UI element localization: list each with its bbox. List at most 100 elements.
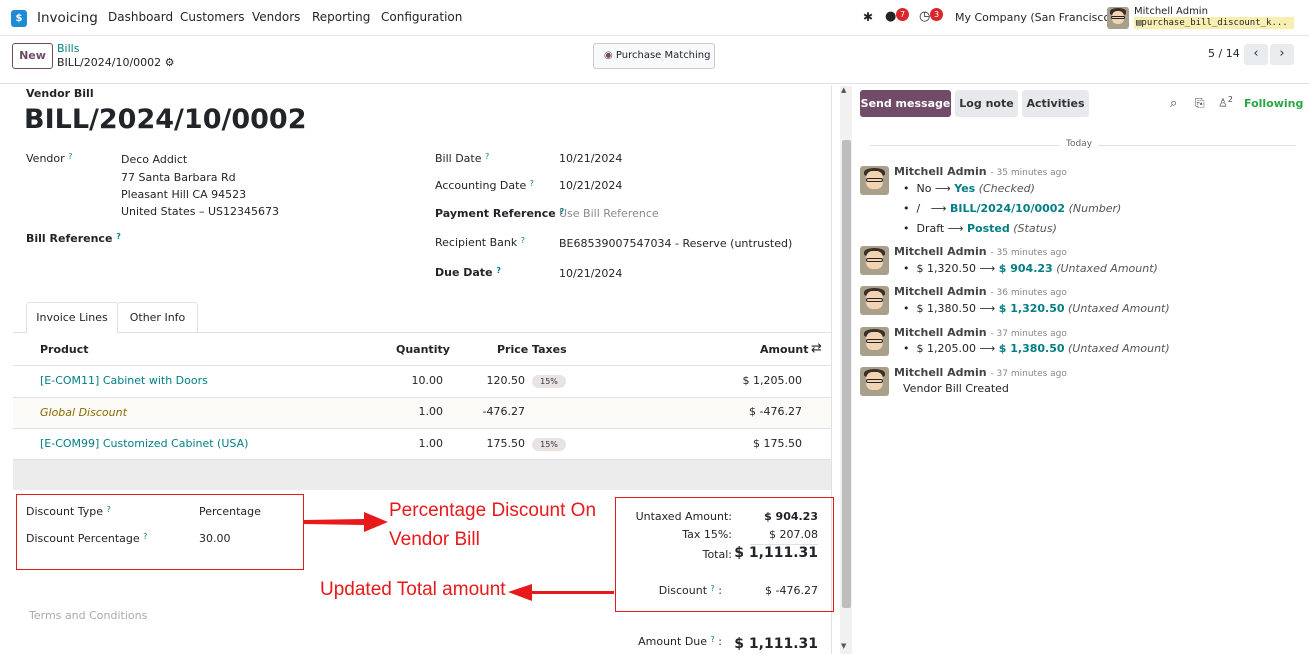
help-icon[interactable]: ? <box>496 266 501 275</box>
row-divider <box>13 365 831 366</box>
vendor-label: Vendor ? <box>26 152 73 165</box>
line-amount: $ -476.27 <box>749 405 802 418</box>
bug-icon[interactable]: ✱ <box>863 10 873 24</box>
message-author-avatar[interactable] <box>860 166 889 195</box>
help-icon[interactable]: ? <box>68 152 72 161</box>
scrollbar-thumb[interactable] <box>842 140 851 608</box>
menu-customers[interactable]: Customers <box>180 10 245 24</box>
line-quantity[interactable]: 1.00 <box>386 405 444 418</box>
menu-vendors[interactable]: Vendors <box>252 10 300 24</box>
database-name: ▤purchase_bill_discount_k... <box>1134 17 1294 29</box>
due-date-field[interactable]: 10/21/2024 <box>559 267 622 280</box>
help-icon[interactable]: ? <box>116 232 121 241</box>
line-product[interactable]: Global Discount <box>40 406 127 419</box>
breadcrumb-current: BILL/2024/10/0002 ⚙ <box>57 56 175 69</box>
menu-reporting[interactable]: Reporting <box>312 10 370 24</box>
annotation-text: Vendor Bill <box>389 529 480 550</box>
vendor-address-line: Pleasant Hill CA 94523 <box>121 188 247 201</box>
message-author-avatar[interactable] <box>860 367 889 396</box>
pager-next-button[interactable]: › <box>1270 44 1294 65</box>
help-icon[interactable]: ? <box>530 179 534 188</box>
bill-date-label: Bill Date ? <box>435 152 490 165</box>
arrow-right-icon: ⟶ <box>979 302 996 315</box>
column-settings-icon[interactable]: ⇄ <box>811 341 822 356</box>
help-icon[interactable]: ? <box>485 152 489 161</box>
discount-percentage-field[interactable]: 30.00 <box>199 532 231 545</box>
tax-value: $ 207.08 <box>769 528 818 541</box>
vendor-address-line: 77 Santa Barbara Rd <box>121 171 236 184</box>
followers-button[interactable]: ♙2 <box>1218 95 1233 110</box>
clock-icon[interactable]: ◷ <box>919 9 930 24</box>
paperclip-icon[interactable]: ⎘ <box>1195 96 1205 111</box>
amount-due-value: $ 1,111.31 <box>734 636 818 652</box>
recipient-bank-label: Recipient Bank ? <box>435 236 525 249</box>
accounting-date-field[interactable]: 10/21/2024 <box>559 179 622 192</box>
line-price[interactable]: 120.50 <box>470 374 526 387</box>
company-switcher[interactable]: My Company (San Francisco) <box>955 11 1114 24</box>
message-author-avatar[interactable] <box>860 327 889 356</box>
column-header-taxes[interactable]: Taxes <box>532 343 567 356</box>
activities-button[interactable]: Activities <box>1022 90 1089 117</box>
recipient-bank-link[interactable]: BE68539007547034 - Reserve (untrusted) <box>559 237 792 250</box>
bill-number: BILL/2024/10/0002 <box>24 104 307 135</box>
log-note-button[interactable]: Log note <box>955 90 1018 117</box>
message-author-avatar[interactable] <box>860 286 889 315</box>
help-icon[interactable]: ? <box>143 532 147 541</box>
tab-other-info[interactable]: Other Info <box>117 302 198 333</box>
send-message-button[interactable]: Send message <box>860 90 951 117</box>
column-header-product[interactable]: Product <box>40 343 89 356</box>
vendor-name[interactable]: Deco Addict <box>121 153 187 166</box>
arrow-right-icon: ⟶ <box>947 222 964 235</box>
payment-reference-input[interactable]: Use Bill Reference <box>559 207 659 220</box>
untaxed-amount-label: Untaxed Amount: <box>635 510 732 523</box>
bill-date-field[interactable]: 10/21/2024 <box>559 152 622 165</box>
line-quantity[interactable]: 10.00 <box>386 374 444 387</box>
menu-dashboard[interactable]: Dashboard <box>108 10 173 24</box>
terms-and-conditions-input[interactable]: Terms and Conditions <box>29 609 147 622</box>
line-price[interactable]: -476.27 <box>470 405 525 418</box>
row-divider <box>13 428 831 429</box>
discount-total-label: Discount ? : <box>658 584 722 597</box>
message-author-avatar[interactable] <box>860 246 889 275</box>
app-name[interactable]: Invoicing <box>37 10 98 26</box>
invoicing-app-icon[interactable]: $ <box>11 10 27 27</box>
tracking-change: • Draft ⟶ Posted (Status) <box>903 222 1057 235</box>
line-quantity[interactable]: 1.00 <box>386 437 444 450</box>
tax-badge[interactable]: 15% <box>532 375 566 388</box>
table-footer <box>13 460 831 490</box>
line-price[interactable]: 175.50 <box>470 437 526 450</box>
column-header-quantity[interactable]: Quantity <box>396 343 450 356</box>
user-name[interactable]: Mitchell Admin <box>1134 6 1208 17</box>
line-amount: $ 175.50 <box>753 437 802 450</box>
scroll-down-icon[interactable]: ▼ <box>841 642 846 650</box>
arrow-right-icon: ⟶ <box>930 202 947 215</box>
breadcrumb-bills[interactable]: Bills <box>57 42 79 55</box>
help-icon[interactable]: ? <box>107 505 111 514</box>
chat-icon[interactable]: ● <box>885 9 896 24</box>
arrow-right-icon: ⟶ <box>979 342 996 355</box>
gear-icon[interactable]: ⚙ <box>165 56 175 69</box>
line-product[interactable]: [E-COM11] Cabinet with Doors <box>40 374 208 387</box>
scroll-up-icon[interactable]: ▲ <box>841 86 846 94</box>
user-avatar[interactable] <box>1107 7 1129 29</box>
annotation-text: Updated Total amount <box>320 579 506 600</box>
column-header-price[interactable]: Price <box>497 343 528 356</box>
payment-reference-label: Payment Reference ? <box>435 207 565 220</box>
following-button[interactable]: Following <box>1244 97 1303 110</box>
tab-invoice-lines[interactable]: Invoice Lines <box>26 302 118 333</box>
help-icon[interactable]: ? <box>521 236 525 245</box>
purchase-matching-button[interactable]: ◉ Purchase Matching <box>593 43 715 69</box>
tax-badge[interactable]: 15% <box>532 438 566 451</box>
search-icon[interactable]: ⌕ <box>1170 96 1177 111</box>
new-button[interactable]: New <box>12 43 53 69</box>
message-header: Mitchell Admin - 36 minutes ago <box>894 285 1067 298</box>
menu-configuration[interactable]: Configuration <box>381 10 462 24</box>
pager-value[interactable]: 5 / 14 <box>1208 47 1240 60</box>
tracking-change: • No ⟶ Yes (Checked) <box>903 182 1035 195</box>
pager-previous-button[interactable]: ‹ <box>1244 44 1268 65</box>
column-header-amount[interactable]: Amount <box>760 343 808 356</box>
help-icon[interactable]: ? <box>711 584 715 593</box>
user-icon: ♙ <box>1218 96 1228 110</box>
line-product[interactable]: [E-COM99] Customized Cabinet (USA) <box>40 437 248 450</box>
discount-type-field[interactable]: Percentage <box>199 505 261 518</box>
